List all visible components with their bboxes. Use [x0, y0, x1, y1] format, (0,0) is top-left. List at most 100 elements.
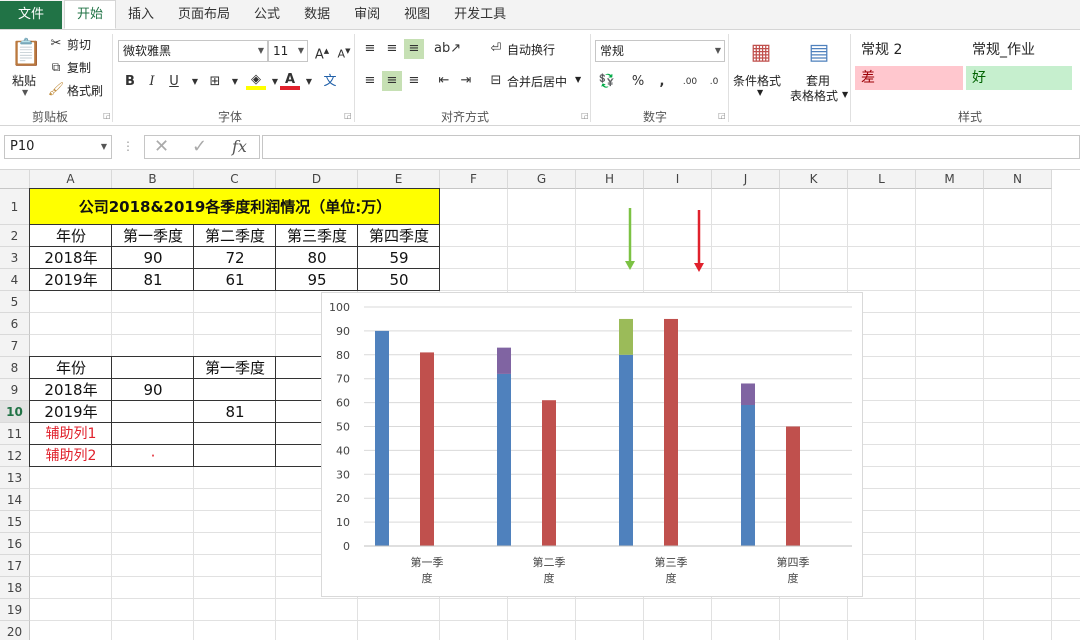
- format-painter-icon[interactable]: 🖌: [46, 80, 66, 100]
- align-center-icon[interactable]: ≡: [382, 71, 402, 91]
- row-header-6[interactable]: 6: [0, 313, 30, 335]
- decrease-decimal-icon[interactable]: .0: [704, 72, 724, 92]
- orientation-icon[interactable]: ab↗: [434, 39, 461, 59]
- fill-color-icon[interactable]: ◈: [246, 70, 266, 90]
- style-good[interactable]: 好: [966, 66, 1072, 90]
- row-header-11[interactable]: 11: [0, 423, 30, 445]
- column-header-c[interactable]: C: [194, 170, 276, 189]
- table-format-dropdown-icon[interactable]: ▼: [842, 90, 848, 99]
- row-header-5[interactable]: 5: [0, 291, 30, 313]
- tab-view[interactable]: 视图: [392, 1, 442, 29]
- name-box[interactable]: P10 ▼: [4, 135, 112, 159]
- comma-icon[interactable]: ,: [652, 72, 672, 92]
- column-header-f[interactable]: F: [440, 170, 508, 189]
- table-format-icon[interactable]: ▤: [803, 36, 835, 70]
- select-all-corner[interactable]: [0, 170, 30, 189]
- row-header-18[interactable]: 18: [0, 577, 30, 599]
- column-header-i[interactable]: I: [644, 170, 712, 189]
- row-header-9[interactable]: 9: [0, 379, 30, 401]
- align-top-icon[interactable]: ≡: [360, 39, 380, 59]
- increase-decimal-icon[interactable]: .00: [680, 72, 700, 92]
- tab-review[interactable]: 审阅: [342, 1, 392, 29]
- merge-dropdown-icon[interactable]: ▼: [575, 75, 581, 84]
- style-bad[interactable]: 差: [855, 66, 963, 90]
- align-bottom-icon[interactable]: ≡: [404, 39, 424, 59]
- number-format-combo[interactable]: 常规 ▼: [595, 40, 725, 62]
- scissors-icon[interactable]: ✂: [46, 34, 66, 54]
- formula-bar-splitter-icon[interactable]: ⋮: [122, 139, 134, 153]
- tab-home[interactable]: 开始: [64, 0, 117, 29]
- grow-font-icon[interactable]: A▲: [312, 41, 332, 62]
- row-header-10[interactable]: 10: [0, 401, 30, 423]
- column-header-d[interactable]: D: [276, 170, 358, 189]
- paste-button[interactable]: 粘贴: [12, 72, 36, 89]
- bar-chart[interactable]: 0 10 20 30 40 50 60 70 80 90 100 第一季度 第二季度 第三季度 第四季度: [321, 292, 863, 597]
- column-header-l[interactable]: L: [848, 170, 916, 189]
- border-icon[interactable]: ⊞: [205, 72, 225, 92]
- row-header-4[interactable]: 4: [0, 269, 30, 291]
- tab-developer[interactable]: 开发工具: [442, 1, 518, 29]
- font-name-combo[interactable]: 微软雅黑 ▼: [118, 40, 268, 62]
- row-header-2[interactable]: 2: [0, 225, 30, 247]
- row-header-15[interactable]: 15: [0, 511, 30, 533]
- conditional-format-button[interactable]: 条件格式: [733, 72, 781, 89]
- cut-button[interactable]: 剪切: [67, 36, 91, 53]
- align-middle-icon[interactable]: ≡: [382, 39, 402, 59]
- tab-formulas[interactable]: 公式: [242, 1, 292, 29]
- wrap-text-button[interactable]: 自动换行: [507, 41, 555, 58]
- row-header-13[interactable]: 13: [0, 467, 30, 489]
- formula-input[interactable]: [262, 135, 1080, 159]
- insert-function-icon[interactable]: fx: [232, 137, 247, 156]
- align-right-icon[interactable]: ≡: [404, 71, 424, 91]
- clipboard-icon[interactable]: 📋: [10, 36, 42, 70]
- bold-button[interactable]: B: [120, 72, 140, 92]
- copy-icon[interactable]: ⧉: [46, 57, 66, 77]
- column-header-a[interactable]: A: [30, 170, 112, 189]
- underline-dropdown-icon[interactable]: ▼: [185, 72, 205, 92]
- increase-indent-icon[interactable]: ⇥: [456, 71, 476, 91]
- cancel-icon[interactable]: ✕: [154, 136, 169, 157]
- tab-data[interactable]: 数据: [292, 1, 342, 29]
- alignment-launcher-icon[interactable]: ◲: [581, 111, 589, 120]
- number-launcher-icon[interactable]: ◲: [718, 111, 726, 120]
- column-header-e[interactable]: E: [358, 170, 440, 189]
- font-color-dropdown-icon[interactable]: ▼: [299, 72, 319, 92]
- border-dropdown-icon[interactable]: ▼: [225, 72, 245, 92]
- row-header-1[interactable]: 1: [0, 189, 30, 225]
- font-color-icon[interactable]: A: [280, 70, 300, 90]
- font-size-combo[interactable]: 11 ▼: [268, 40, 308, 62]
- phonetic-icon[interactable]: 文: [320, 72, 340, 92]
- chevron-down-icon[interactable]: ▼: [101, 136, 107, 158]
- merge-center-icon[interactable]: ⊟: [486, 71, 506, 91]
- merge-center-button[interactable]: 合并后居中: [507, 73, 567, 90]
- conditional-format-icon[interactable]: ▦: [745, 36, 777, 70]
- format-painter-button[interactable]: 格式刷: [67, 82, 103, 99]
- wrap-text-icon[interactable]: ⏎: [486, 39, 506, 59]
- tab-insert[interactable]: 插入: [116, 1, 166, 29]
- font-launcher-icon[interactable]: ◲: [344, 111, 352, 120]
- row-header-20[interactable]: 20: [0, 621, 30, 640]
- row-header-12[interactable]: 12: [0, 445, 30, 467]
- paste-dropdown-icon[interactable]: ▼: [22, 88, 28, 97]
- tab-file[interactable]: 文件: [0, 1, 62, 29]
- percent-icon[interactable]: %: [628, 72, 648, 92]
- conditional-format-dropdown-icon[interactable]: ▼: [757, 88, 763, 97]
- underline-button[interactable]: U: [164, 72, 184, 92]
- column-header-g[interactable]: G: [508, 170, 576, 189]
- row-header-19[interactable]: 19: [0, 599, 30, 621]
- column-header-k[interactable]: K: [780, 170, 848, 189]
- enter-icon[interactable]: ✓: [192, 136, 207, 157]
- row-header-17[interactable]: 17: [0, 555, 30, 577]
- row-header-8[interactable]: 8: [0, 357, 30, 379]
- row-header-14[interactable]: 14: [0, 489, 30, 511]
- style-normal-homework[interactable]: 常规_作业: [966, 38, 1076, 62]
- style-normal-2[interactable]: 常规 2: [855, 38, 963, 62]
- column-header-m[interactable]: M: [916, 170, 984, 189]
- row-header-7[interactable]: 7: [0, 335, 30, 357]
- column-header-n[interactable]: N: [984, 170, 1052, 189]
- clipboard-launcher-icon[interactable]: ◲: [103, 111, 111, 120]
- column-header-b[interactable]: B: [112, 170, 194, 189]
- row-header-3[interactable]: 3: [0, 247, 30, 269]
- tab-page-layout[interactable]: 页面布局: [166, 1, 242, 29]
- decrease-indent-icon[interactable]: ⇤: [434, 71, 454, 91]
